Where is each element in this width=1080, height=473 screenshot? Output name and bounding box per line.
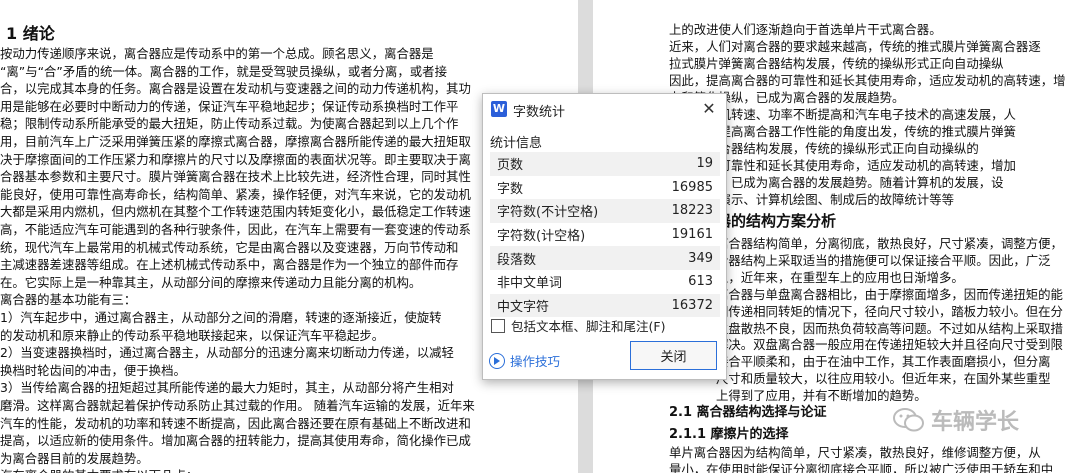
- stat-label: 字符数(计空格): [497, 229, 586, 245]
- text-line: 用是能够在必要时中断动力的传递，保证汽车平稳地起步；保证传动系换档时工作平: [0, 98, 459, 114]
- text-line: 合器结构上采取适当的措施便可以保证接合平顺。因此，广泛: [716, 252, 1051, 268]
- include-textbox-checkbox[interactable]: [491, 318, 505, 333]
- text-line: 为离合器目前的发展趋势。: [0, 450, 149, 466]
- text-line: 上得到了应用，并有不断增加的趋势。: [716, 388, 927, 404]
- stat-value: 19: [696, 156, 713, 172]
- play-circle-icon: [489, 352, 505, 369]
- text-line: 稳；限制传动系所能承受的最大扭矩，防止传动系过载。为使离合器起到以上几个作: [0, 116, 459, 132]
- tips-link[interactable]: 操作技巧: [489, 351, 560, 370]
- text-line: 合，以完成其本身的任务。离合器是设置在发动机与变速器之间的动力传递机构，其功: [0, 81, 471, 97]
- word-count-dialog[interactable]: W 字数统计 ✕ 统计信息 页数 19 字数 16985 字符数(不计空格) 18223 字…: [482, 93, 727, 380]
- stat-label: 字符数(不计空格): [497, 205, 599, 221]
- stat-label: 中文字符: [497, 299, 550, 315]
- stat-value: 18223: [671, 203, 713, 219]
- close-button[interactable]: 关闭: [630, 341, 717, 370]
- text-line: “离”与“合”矛盾的统一体。离合器的工作，就是受驾驶员操纵，或者分离，或者接: [0, 63, 447, 79]
- text-line: 接合平顺柔和，由于在油中工作，其工作表面磨损小，但分离: [716, 354, 1051, 370]
- text-line: 汽车的性能，发动机的功率和转速不断提高，因此离合器还要在原有基础上不断改进和: [0, 415, 471, 431]
- wechat-icon: [893, 408, 924, 432]
- dialog-title-bar[interactable]: W 字数统计 ✕: [483, 94, 726, 124]
- text-line: 按动力传递顺序来说，离合器应是传动系中的第一个总成。顾名思义，离合器是: [0, 46, 434, 61]
- stat-row: 字符数(计空格) 19161: [490, 223, 720, 247]
- text-line: 主减速器差速器等组成。在上述机械式传动系中，离合器是作为一个独立的部件而存: [0, 257, 459, 273]
- text-line: 拉式膜片弹簧离合器结构发展，传统的操纵形式正向自动操纵: [669, 56, 1004, 71]
- chapter-heading: 1 绪论: [6, 24, 55, 43]
- subsection-heading: 2.1 离合器结构选择与论证: [669, 405, 827, 420]
- section-heading: 器的结构方案分析: [716, 212, 837, 230]
- tips-label: 操作技巧: [510, 354, 561, 369]
- text-line: 解决。双盘离合器一般应用在传递扭矩较大并且径向尺寸受到限: [716, 337, 1063, 353]
- text-line: 上，近年来，在重型车上的应用也日渐增多。: [716, 269, 964, 285]
- text-line: 的发动机和原来静止的传动系平稳地联接起来，以保证汽车平稳起步。: [0, 327, 385, 343]
- text-line: 3）当传给离合器的扭矩超过其所能传递的最大力矩时，其主，从动部分将产生相对: [0, 380, 454, 396]
- wps-writer-icon: W: [491, 101, 507, 117]
- include-textbox-footnotes-option[interactable]: 包括文本框、脚注和尾注(F): [491, 316, 665, 335]
- text-line: 离合器结构简单，分离彻底，散热良好，尺寸紧凑，调整方便，: [716, 236, 1063, 251]
- stat-label: 段落数: [497, 252, 537, 268]
- text-line: 合器基本参数和主要尺寸。膜片弹簧离合器在技术上比较先进，经济性合理，同时其性: [0, 169, 471, 185]
- checkbox-label: 包括文本框、脚注和尾注(F): [511, 319, 666, 334]
- stat-label: 页数: [497, 158, 524, 174]
- subsubsection-heading: 2.1.1 摩擦片的选择: [669, 427, 789, 442]
- stat-row: 段落数 349: [490, 246, 720, 270]
- close-icon[interactable]: ✕: [698, 98, 720, 120]
- text-line: 离合器与单盘离合器相比，由于摩擦面增多，因而传递扭矩的能: [716, 286, 1063, 302]
- stats-section-title: 统计信息: [490, 136, 543, 151]
- text-line: 大都是采用内燃机，但内燃机在其整个工作转速范围内转矩变化小，最低稳定工作转速: [0, 204, 471, 220]
- stat-row: 非中文单词 613: [490, 270, 720, 294]
- text-line: 1）汽车起步中，通过离合器主，从动部分之间的滑磨，转速的逐渐接近，使旋转: [0, 310, 442, 325]
- dialog-title: 字数统计: [513, 105, 566, 120]
- text-line: 能良好，使用可靠性高寿命长，结构简单、紧凑，操作轻便，对汽车来说，它的发动机: [0, 186, 471, 202]
- stats-table: 页数 19 字数 16985 字符数(不计空格) 18223 字符数(计空格) 19161 段落…: [490, 152, 720, 318]
- text-line: 提高，以适应新的使用条件。增加离合器的扭转能力，提高其使用寿命，简化操作已成: [0, 433, 471, 449]
- stat-row: 页数 19: [490, 152, 720, 176]
- stat-value: 613: [688, 274, 713, 290]
- stat-value: 19161: [671, 227, 713, 243]
- text-line: 单片离合器因为结构简单，尺寸紧凑，散热良好，维修调整方便，从: [669, 445, 1041, 460]
- text-line: 尺寸和质量较大，以往应用较小。但近年来，在国外某些重型: [716, 371, 1051, 387]
- text-line: 2）当变速器换档时，通过离合器主，从动部分的迅速分离来切断动力传递，以减轻: [0, 345, 454, 361]
- stat-value: 16372: [671, 297, 713, 313]
- text-line: 用，目前汽车上广泛采用弹簧压紧的摩擦式离合器，摩擦离合器所能传递的最大扭矩取: [0, 134, 471, 149]
- text-line: 决于摩擦面间的工作压紧力和摩擦片的尺寸以及摩擦面的表面状况等。即主要取决于离: [0, 151, 471, 167]
- text-line: 在。它实际上是一种靠其主，从动部分间的摩擦来传递动力且能分离的机构。: [0, 274, 422, 290]
- stat-label: 字数: [497, 181, 524, 197]
- text-line: 量小，在使用时能保证分离彻底接合平顺，所以被广泛使用于轿车和中: [669, 462, 1054, 473]
- text-line: 离合器的基本功能有三：: [0, 292, 137, 308]
- watermark: 车辆学长: [893, 404, 1019, 436]
- text-line: 因此，提高离合器的可靠性和延长其使用寿命，适应发动机的高转速，增: [669, 73, 1066, 88]
- text-line: 近来，人们对离合器的要求越来越高，传统的推式膜片弹簧离合器逐: [669, 39, 1041, 54]
- text-line: 换档时轮齿间的冲击，便于换档。: [0, 362, 186, 378]
- text-line: 主盘散热不良，因而热负荷较高等问题。不过如从结构上采取措: [716, 320, 1063, 336]
- text-line: 统，现代汽车上最常用的机械式传动系统，它是由离合器以及变速器，万向节传动和: [0, 239, 459, 255]
- stat-value: 16985: [671, 179, 713, 195]
- stat-label: 非中文单词: [497, 276, 563, 292]
- stat-row: 字数 16985: [490, 176, 720, 200]
- stat-row: 中文字符 16372: [490, 293, 720, 318]
- text-line: 高，不能适应汽车可能遇到的各种行驶条件，因此，在汽车上需要有一套变速的传动系: [0, 222, 471, 237]
- text-line: 汽车离合器的基本要求有以下几点：: [0, 468, 198, 473]
- text-line: 磨滑。这样离合器就起着保护传动系防止其过载的作用。 随着汽车运输的发展，近年来: [0, 398, 475, 413]
- stat-value: 349: [688, 250, 713, 266]
- text-line: 同传递相同转矩的情况下，径向尺寸较小，踏板力较小。但在分: [716, 303, 1063, 319]
- watermark-text: 车辆学长: [931, 410, 1020, 435]
- text-line: 上的改进使人们逐渐趋向于首选单片干式离合器。: [669, 22, 942, 37]
- stat-row: 字符数(不计空格) 18223: [490, 199, 720, 223]
